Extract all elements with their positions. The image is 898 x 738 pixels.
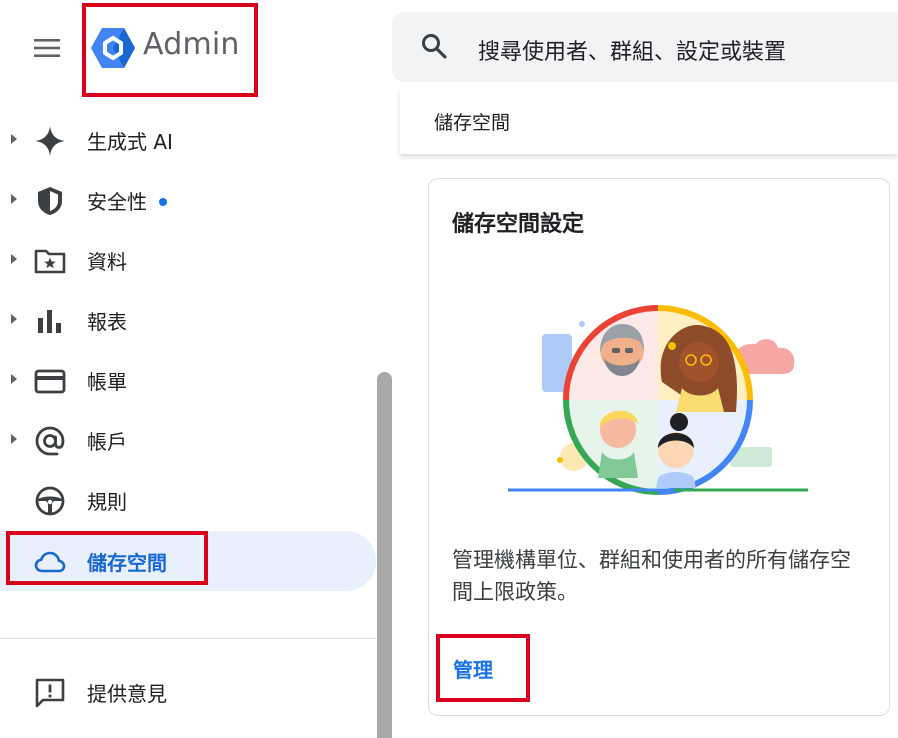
sidebar-item-rules[interactable]: 規則 (0, 470, 376, 530)
people-circle-illustration (508, 305, 808, 495)
admin-logo-icon[interactable] (90, 25, 136, 71)
feedback-icon (35, 678, 65, 708)
breadcrumb: 儲存空間 (434, 112, 511, 134)
shield-icon (38, 187, 62, 215)
search-icon[interactable] (420, 32, 448, 60)
sidebar-item-label: 帳單 (87, 370, 127, 394)
sidebar-item-label: 儲存空間 (87, 551, 167, 575)
expand-caret-icon[interactable] (9, 372, 19, 386)
sidebar-divider (0, 638, 376, 639)
sidebar-item-account[interactable]: 帳戶 (0, 410, 376, 470)
sidebar-item-label: 資料 (87, 250, 127, 274)
sidebar-item-label: 提供意見 (87, 682, 167, 706)
sidebar-item-data[interactable]: 資料 (0, 230, 376, 290)
sidebar-item-storage[interactable]: 儲存空間 (0, 531, 376, 591)
app-title[interactable]: Admin (143, 27, 240, 62)
expand-caret-icon[interactable] (9, 312, 19, 326)
expand-caret-icon[interactable] (9, 252, 19, 266)
sidebar-item-label: 安全性 (87, 186, 167, 215)
sidebar-item-label: 帳戶 (87, 430, 127, 454)
sidebar-item-billing[interactable]: 帳單 (0, 350, 376, 410)
hamburger-menu-icon[interactable] (32, 36, 62, 60)
sidebar-item-reports[interactable]: 報表 (0, 290, 376, 350)
at-sign-icon (35, 426, 65, 456)
sidebar-item-security[interactable]: 安全性 (0, 170, 376, 230)
expand-caret-icon[interactable] (9, 132, 19, 146)
sidebar-item-label: 報表 (87, 310, 127, 334)
steering-wheel-icon (35, 486, 65, 516)
sidebar-item-generative-ai[interactable]: 生成式 AI (0, 110, 376, 170)
sparkle-icon (35, 126, 65, 156)
star-folder-icon (34, 249, 66, 274)
expand-caret-icon[interactable] (9, 192, 19, 206)
sidebar-item-label: 規則 (87, 490, 127, 514)
notification-dot (159, 197, 167, 206)
sidebar-scrollbar[interactable] (377, 372, 392, 738)
bar-chart-icon (38, 310, 61, 333)
cloud-icon (34, 551, 66, 573)
search-input[interactable]: 搜尋使用者、群組、設定或裝置 (478, 34, 786, 66)
manage-link[interactable]: 管理 (453, 654, 493, 683)
expand-caret-icon[interactable] (9, 432, 19, 446)
sidebar-item-label: 生成式 AI (87, 130, 173, 154)
sidebar-item-feedback[interactable]: 提供意見 (0, 662, 376, 722)
card-description: 管理機構單位、群組和使用者的所有儲存空間上限政策。 (452, 548, 851, 604)
card-title: 儲存空間設定 (452, 212, 585, 237)
credit-card-icon (34, 369, 66, 394)
